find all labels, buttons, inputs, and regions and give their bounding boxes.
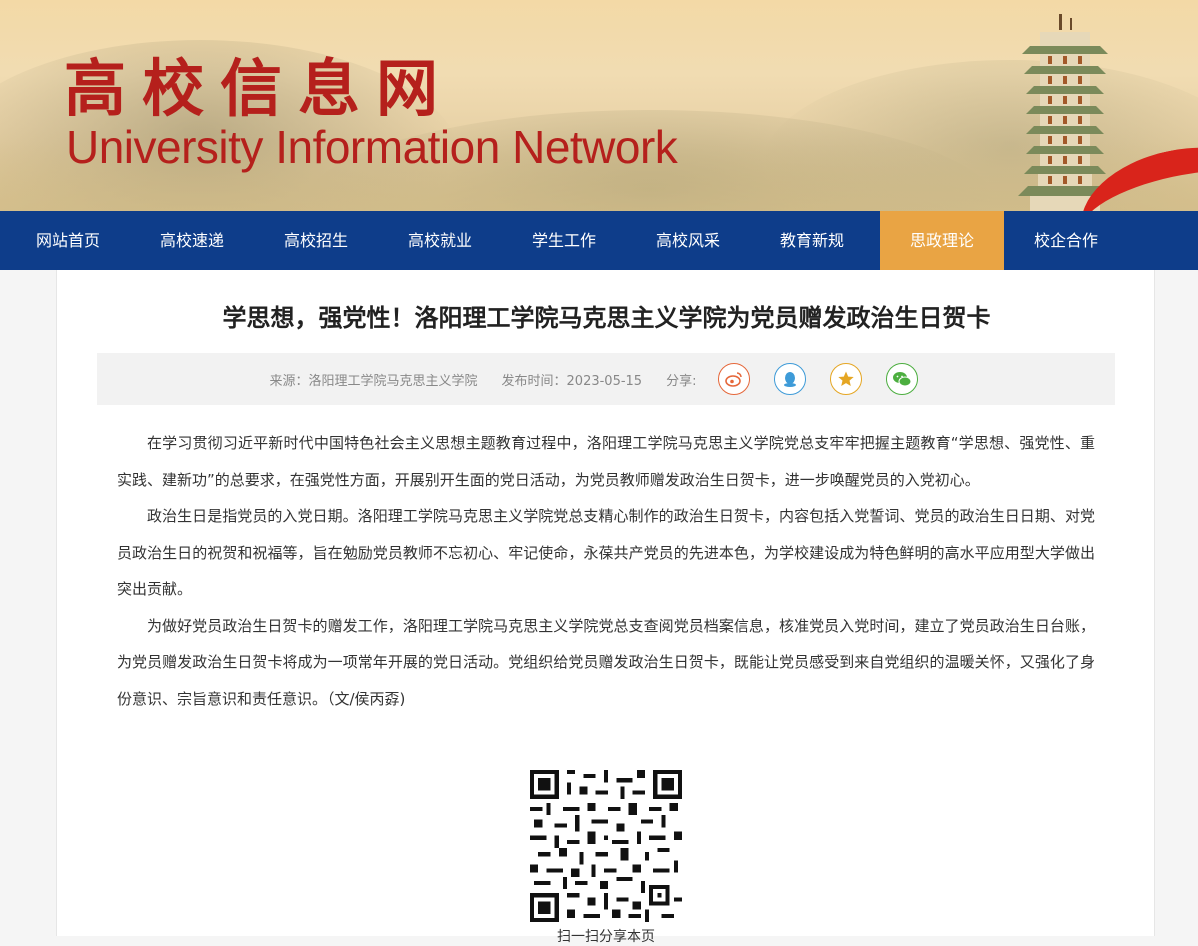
qq-icon[interactable] (774, 363, 807, 395)
nav-item-education-rules[interactable]: 教育新规 (744, 211, 880, 270)
nav-item-employment[interactable]: 高校就业 (384, 211, 496, 270)
article-container: 学思想，强党性！洛阳理工学院马克思主义学院为党员赠发政治生日贺卡 来源：洛阳理工… (56, 270, 1155, 945)
nav-item-campus-style[interactable]: 高校风采 (632, 211, 744, 270)
site-logo-cn[interactable]: 高校信息网 (64, 58, 454, 120)
nav-item-cooperation[interactable]: 校企合作 (1004, 211, 1128, 270)
qr-code (530, 770, 682, 922)
date-value: 2023-05-15 (566, 373, 643, 389)
wechat-icon[interactable] (886, 363, 919, 395)
article-source: 来源：洛阳理工学院马克思主义学院 (269, 373, 478, 389)
site-banner: 高校信息网 University Information Network (0, 0, 1198, 211)
article-paragraph: 政治生日是指党员的入党日期。洛阳理工学院马克思主义学院党总支精心制作的政治生日贺… (117, 507, 1095, 598)
date-label: 发布时间： (501, 373, 567, 389)
nav-item-ideology[interactable]: 思政理论 (880, 211, 1004, 270)
article-paragraph: 为做好党员政治生日贺卡的赠发工作，洛阳理工学院马克思主义学院党总支查阅党员档案信… (117, 616, 1095, 708)
article-paragraph: 在学习贯彻习近平新时代中国特色社会主义思想主题教育过程中，洛阳理工学院马克思主义… (117, 434, 1095, 489)
article-body: 在学习贯彻习近平新时代中国特色社会主义思想主题教育过程中，洛阳理工学院马克思主义… (117, 425, 1095, 717)
site-logo-en[interactable]: University Information Network (66, 124, 678, 170)
nav-item-student-work[interactable]: 学生工作 (496, 211, 632, 270)
qr-caption: 扫一扫分享本页 (557, 929, 655, 945)
qzone-star-icon[interactable] (830, 363, 863, 395)
article-date: 发布时间：2023-05-15 (502, 370, 643, 389)
article-meta-bar: 来源：洛阳理工学院马克思主义学院 发布时间：2023-05-15 分享: (97, 353, 1115, 405)
main-nav: 网站首页 高校速递 高校招生 高校就业 学生工作 高校风采 教育新规 思政理论 … (0, 211, 1198, 270)
nav-item-news[interactable]: 高校速递 (136, 211, 248, 270)
weibo-icon[interactable] (718, 363, 751, 395)
nav-item-home[interactable]: 网站首页 (0, 211, 136, 270)
nav-item-admissions[interactable]: 高校招生 (248, 211, 384, 270)
share-label: 分享: (666, 373, 697, 389)
article-title: 学思想，强党性！洛阳理工学院马克思主义学院为党员赠发政治生日贺卡 (222, 304, 991, 332)
